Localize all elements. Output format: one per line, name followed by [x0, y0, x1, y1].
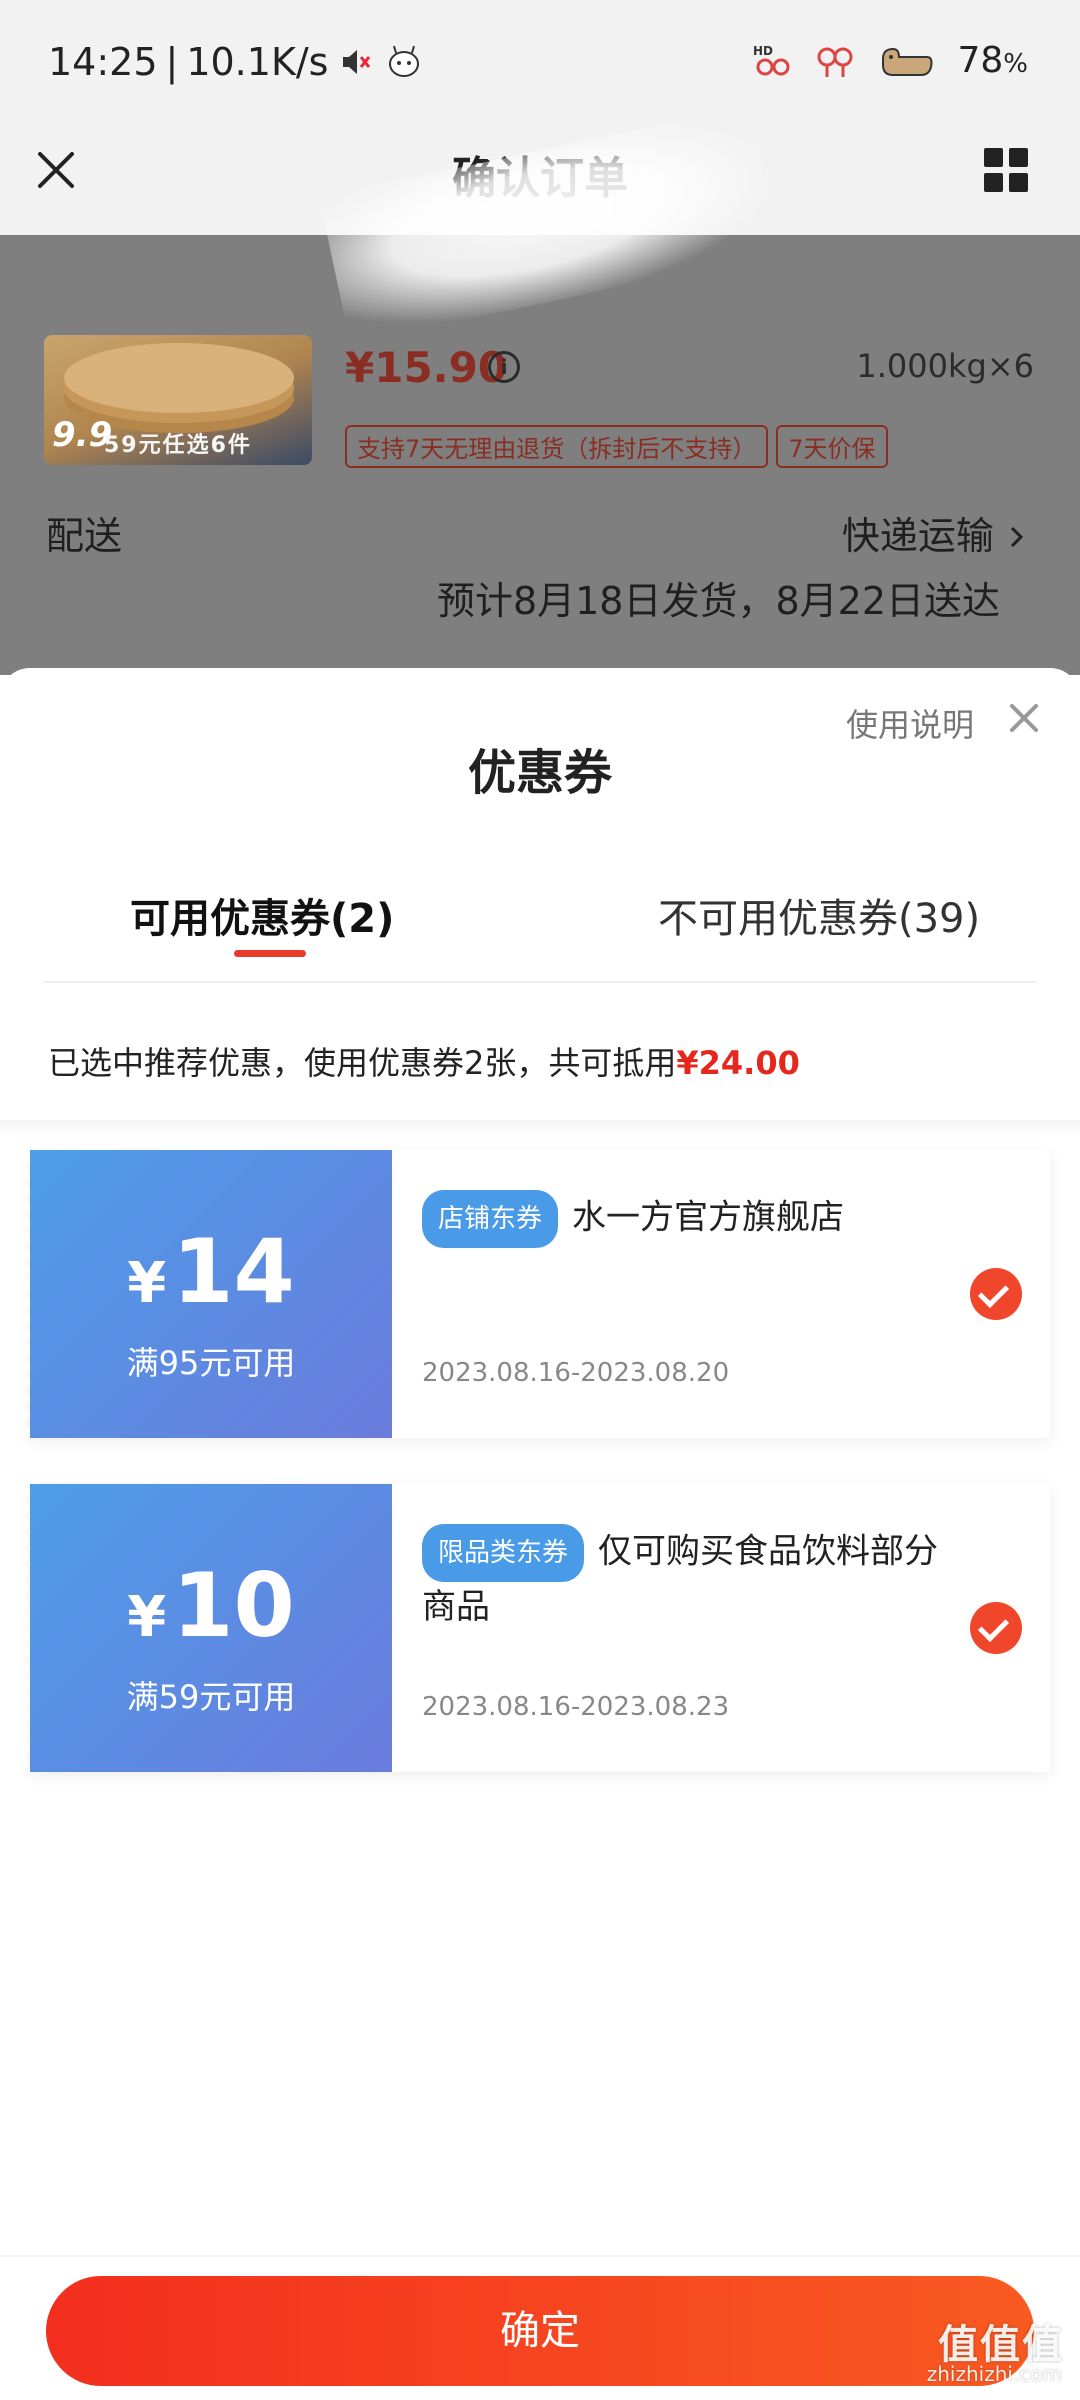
- price-protection-tag: 7天价保: [776, 425, 888, 468]
- watermark-url: zhizhizhi.com: [926, 2362, 1062, 2386]
- coupon-validity: 2023.08.16-2023.08.20: [422, 1358, 730, 1388]
- coupon-amount-value: 14: [172, 1220, 295, 1323]
- coupon-type-badge: 店铺东券: [422, 1190, 559, 1248]
- coupon-amount: ¥14: [30, 1220, 392, 1323]
- delivery-method[interactable]: 快递运输: [842, 505, 1028, 561]
- coupon-detail-panel: 限品类东券 仅可购买食品饮料部分商品 2023.08.16-2023.08.23: [392, 1484, 1050, 1772]
- svg-text:HD: HD: [753, 44, 773, 58]
- coupon-sheet: 使用说明 优惠券 可用优惠券(2) 不可用优惠券(39) 已选中推荐优惠，使用优…: [0, 668, 1080, 2400]
- hd-signal-icon: HD: [753, 41, 793, 81]
- coupon-description: 水一方官方旗舰店: [572, 1197, 845, 1238]
- app-icon: [384, 42, 424, 82]
- status-network-speed: 10.1K/s: [186, 40, 329, 84]
- battery-level: 78%: [957, 40, 1028, 81]
- coupon-condition: 满59元可用: [126, 1678, 296, 1716]
- sheet-close-icon[interactable]: [1004, 698, 1044, 738]
- coupon-condition: 满95元可用: [126, 1344, 296, 1382]
- product-price: ¥15.90: [345, 343, 508, 392]
- coupon-amount-value: 10: [172, 1554, 295, 1657]
- status-separator: |: [165, 40, 179, 84]
- pancake-graphic: [64, 343, 294, 413]
- status-time: 14:25: [48, 40, 158, 84]
- product-quantity: 1.000kg×6: [856, 347, 1034, 385]
- status-left: 14:25 | 10.1K/s: [48, 40, 424, 84]
- grid-menu-icon[interactable]: [984, 148, 1028, 192]
- signal-icon: [815, 41, 855, 81]
- mute-icon: [336, 42, 376, 82]
- coupon-value-panel: ¥14 满95元可用: [24, 1150, 392, 1438]
- coupon-description-block: 店铺东券 水一方官方旗舰店: [422, 1190, 950, 1248]
- tab-available-coupons[interactable]: 可用优惠券(2): [130, 886, 394, 944]
- checkmark-icon[interactable]: [970, 1268, 1022, 1320]
- summary-divider: [0, 1120, 1080, 1136]
- product-image-promo: 59元任选6件: [104, 433, 252, 458]
- delivery-estimate: 预计8月18日发货，8月22日送达: [436, 579, 1000, 623]
- tab-unavailable-coupons[interactable]: 不可用优惠券(39): [658, 886, 980, 944]
- bottom-divider: [0, 2255, 1080, 2257]
- active-tab-indicator: [234, 950, 306, 957]
- currency-symbol: ¥: [127, 1251, 167, 1316]
- service-tags: 支持7天无理由退货（拆封后不支持） 7天价保: [345, 425, 888, 468]
- status-right: HD 78%: [753, 40, 1028, 81]
- discount-summary: 已选中推荐优惠，使用优惠券2张，共可抵用¥24.00: [48, 1038, 800, 1084]
- product-image[interactable]: 9.9 59元任选6件: [44, 335, 312, 465]
- order-summary-overlay[interactable]: 9.9 59元任选6件 ¥15.90 i 1.000kg×6 支持7天无理由退货…: [0, 235, 1080, 675]
- return-policy-tag: 支持7天无理由退货（拆封后不支持）: [345, 425, 769, 468]
- battery-icon: [877, 41, 935, 81]
- order-header: 确认订单: [0, 130, 1080, 235]
- coupon-detail-panel: 店铺东券 水一方官方旗舰店 2023.08.16-2023.08.20: [392, 1150, 1050, 1438]
- chevron-right-icon: [1006, 517, 1028, 561]
- coupon-description-block: 限品类东券 仅可购买食品饮料部分商品: [422, 1524, 950, 1632]
- sheet-title: 优惠券: [467, 745, 612, 801]
- coupon-value-panel: ¥10 满59元可用: [24, 1484, 392, 1772]
- discount-total-amount: ¥24.00: [676, 1044, 800, 1082]
- currency-symbol: ¥: [127, 1585, 167, 1650]
- coupon-amount: ¥10: [30, 1554, 392, 1657]
- status-bar: 14:25 | 10.1K/s HD 78%: [0, 0, 1080, 130]
- coupon-validity: 2023.08.16-2023.08.23: [422, 1692, 730, 1722]
- confirm-button[interactable]: 确定: [46, 2276, 1034, 2386]
- info-icon[interactable]: i: [488, 351, 520, 383]
- tab-divider: [44, 981, 1036, 983]
- discount-summary-text: 已选中推荐优惠，使用优惠券2张，共可抵用: [48, 1044, 677, 1082]
- delivery-label: 配送: [46, 514, 123, 558]
- checkmark-icon[interactable]: [970, 1602, 1022, 1654]
- coupon-type-badge: 限品类东券: [422, 1524, 585, 1582]
- coupon-card[interactable]: ¥14 满95元可用 店铺东券 水一方官方旗舰店 2023.08.16-2023.…: [24, 1150, 1050, 1438]
- page-title: 确认订单: [452, 153, 628, 204]
- coupon-card[interactable]: ¥10 满59元可用 限品类东券 仅可购买食品饮料部分商品 2023.08.16-…: [24, 1484, 1050, 1772]
- delivery-method-text: 快递运输: [841, 514, 994, 558]
